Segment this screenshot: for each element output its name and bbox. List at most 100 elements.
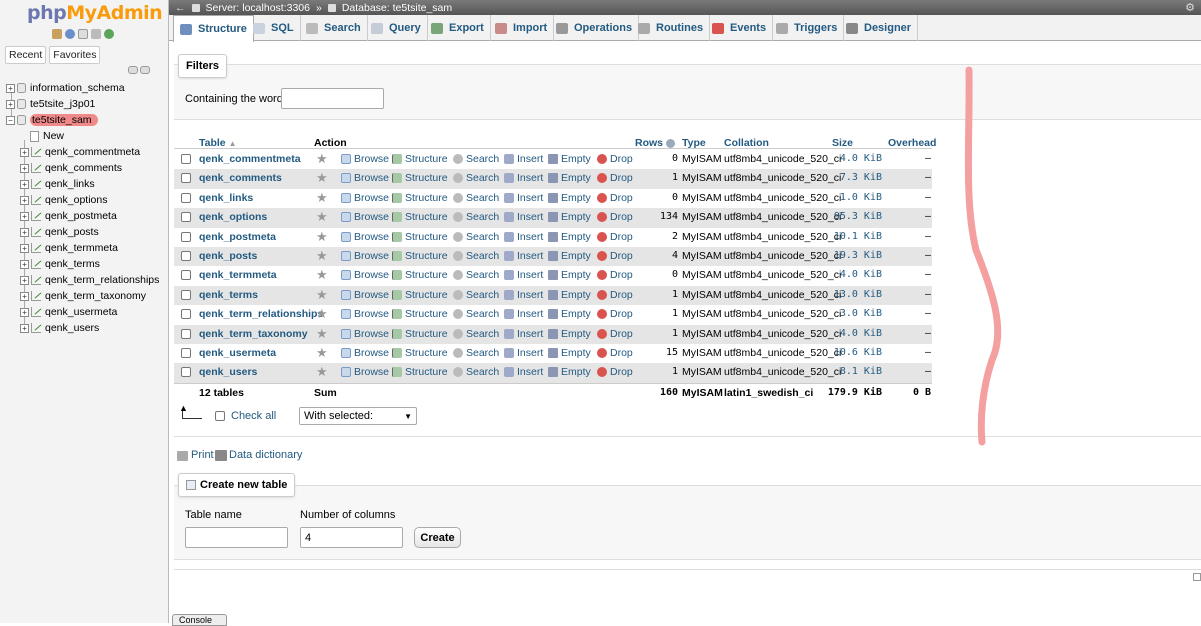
db-item-te5tsite-j3p01[interactable]: + te5tsite_j3p01 bbox=[6, 97, 95, 111]
action-label[interactable]: Drop bbox=[610, 211, 633, 223]
favorite-star-icon[interactable]: ★ bbox=[316, 345, 328, 361]
table-name-link[interactable]: qenk_links bbox=[199, 192, 253, 204]
sidebar-table-label[interactable]: qenk_terms bbox=[45, 258, 100, 270]
action-label[interactable]: Browse bbox=[354, 231, 389, 243]
table-name-link[interactable]: qenk_posts bbox=[199, 250, 257, 262]
col-rows-header[interactable]: Rows bbox=[635, 137, 675, 149]
tab-export[interactable]: Export bbox=[425, 15, 491, 41]
insert-action[interactable]: Insert bbox=[504, 328, 543, 340]
row-checkbox[interactable] bbox=[181, 270, 191, 281]
insert-action[interactable]: Insert bbox=[504, 231, 543, 243]
tab-query[interactable]: Query bbox=[365, 15, 428, 41]
search-action[interactable]: Search bbox=[453, 289, 499, 301]
table-name-link[interactable]: qenk_term_taxonomy bbox=[199, 328, 308, 340]
col-table-label[interactable]: Table bbox=[199, 137, 226, 149]
row-checkbox[interactable] bbox=[181, 367, 191, 378]
table-name-link[interactable]: qenk_users bbox=[199, 366, 257, 378]
sidebar-table-label[interactable]: qenk_termmeta bbox=[45, 242, 118, 254]
action-label[interactable]: Empty bbox=[561, 289, 591, 301]
recent-tab[interactable]: Recent bbox=[5, 46, 47, 64]
tab-label[interactable]: Export bbox=[449, 22, 484, 34]
logout-icon[interactable] bbox=[65, 29, 75, 39]
check-all-label[interactable]: Check all bbox=[231, 410, 276, 422]
favorite-star-icon[interactable]: ★ bbox=[316, 209, 328, 225]
struct-action[interactable]: Structure bbox=[392, 269, 448, 281]
action-label[interactable]: Search bbox=[466, 289, 499, 301]
row-checkbox[interactable] bbox=[181, 348, 191, 358]
drop-action[interactable]: Drop bbox=[597, 172, 633, 184]
insert-action[interactable]: Insert bbox=[504, 289, 543, 301]
table-name-link[interactable]: qenk_usermeta bbox=[199, 347, 276, 359]
tab-label[interactable]: Operations bbox=[574, 22, 632, 34]
sidebar-table-label[interactable]: qenk_options bbox=[45, 194, 107, 206]
empty-action[interactable]: Empty bbox=[548, 250, 591, 262]
action-label[interactable]: Insert bbox=[517, 231, 543, 243]
browse-action[interactable]: Browse bbox=[341, 347, 389, 359]
sidebar-table-label[interactable]: qenk_users bbox=[45, 322, 99, 334]
table-name-link[interactable]: qenk_commentmeta bbox=[199, 153, 301, 165]
print-link[interactable]: Print bbox=[191, 449, 214, 461]
tab-label[interactable]: Events bbox=[730, 22, 766, 34]
action-label[interactable]: Empty bbox=[561, 211, 591, 223]
col-type-header[interactable]: Type bbox=[682, 137, 706, 149]
sidebar-table-item[interactable]: + qenk_terms bbox=[20, 257, 100, 271]
expand-icon[interactable]: + bbox=[20, 163, 29, 173]
expand-icon[interactable]: + bbox=[20, 259, 29, 269]
struct-action[interactable]: Structure bbox=[392, 153, 448, 165]
action-label[interactable]: Search bbox=[466, 153, 499, 165]
browse-action[interactable]: Browse bbox=[341, 289, 389, 301]
action-label[interactable]: Browse bbox=[354, 347, 389, 359]
empty-action[interactable]: Empty bbox=[548, 328, 591, 340]
expand-icon[interactable]: + bbox=[20, 243, 29, 253]
browse-action[interactable]: Browse bbox=[341, 172, 389, 184]
struct-action[interactable]: Structure bbox=[392, 328, 448, 340]
search-action[interactable]: Search bbox=[453, 308, 499, 320]
phpmyadmin-logo[interactable]: phpMyAdmin bbox=[27, 2, 163, 24]
struct-action[interactable]: Structure bbox=[392, 250, 448, 262]
empty-action[interactable]: Empty bbox=[548, 172, 591, 184]
favorite-star-icon[interactable]: ★ bbox=[316, 287, 328, 303]
size-link[interactable]: 4.0 KiB bbox=[824, 328, 882, 339]
sidebar-table-label[interactable]: qenk_usermeta bbox=[45, 306, 117, 318]
action-label[interactable]: Search bbox=[466, 269, 499, 281]
action-label[interactable]: Search bbox=[466, 328, 499, 340]
action-label[interactable]: Drop bbox=[610, 328, 633, 340]
action-label[interactable]: Browse bbox=[354, 192, 389, 204]
browse-action[interactable]: Browse bbox=[341, 328, 389, 340]
row-checkbox[interactable] bbox=[181, 212, 191, 223]
action-label[interactable]: Structure bbox=[405, 269, 448, 281]
console-tab[interactable]: Console bbox=[172, 614, 227, 626]
action-label[interactable]: Browse bbox=[354, 328, 389, 340]
tab-label[interactable]: Structure bbox=[198, 23, 247, 35]
browse-action[interactable]: Browse bbox=[341, 250, 389, 262]
with-selected-dropdown[interactable]: With selected: ▼ bbox=[299, 407, 417, 425]
action-label[interactable]: Insert bbox=[517, 192, 543, 204]
drop-action[interactable]: Drop bbox=[597, 366, 633, 378]
action-label[interactable]: Search bbox=[466, 250, 499, 262]
drop-action[interactable]: Drop bbox=[597, 153, 633, 165]
table-name-link[interactable]: qenk_comments bbox=[199, 172, 282, 184]
browse-action[interactable]: Browse bbox=[341, 269, 389, 281]
action-label[interactable]: Empty bbox=[561, 269, 591, 281]
action-label[interactable]: Empty bbox=[561, 192, 591, 204]
favorite-star-icon[interactable]: ★ bbox=[316, 170, 328, 186]
browse-action[interactable]: Browse bbox=[341, 231, 389, 243]
action-label[interactable]: Structure bbox=[405, 328, 448, 340]
action-label[interactable]: Search bbox=[466, 172, 499, 184]
drop-action[interactable]: Drop bbox=[597, 211, 633, 223]
struct-action[interactable]: Structure bbox=[392, 231, 448, 243]
row-checkbox[interactable] bbox=[181, 231, 191, 242]
action-label[interactable]: Insert bbox=[517, 250, 543, 262]
struct-action[interactable]: Structure bbox=[392, 289, 448, 301]
empty-action[interactable]: Empty bbox=[548, 153, 591, 165]
expand-icon[interactable]: + bbox=[20, 323, 29, 333]
struct-action[interactable]: Structure bbox=[392, 211, 448, 223]
tab-label[interactable]: Search bbox=[324, 22, 361, 34]
action-label[interactable]: Empty bbox=[561, 172, 591, 184]
drop-action[interactable]: Drop bbox=[597, 347, 633, 359]
tab-operations[interactable]: Operations bbox=[550, 15, 640, 41]
action-label[interactable]: Structure bbox=[405, 172, 448, 184]
check-all-checkbox[interactable] bbox=[215, 411, 225, 421]
action-label[interactable]: Drop bbox=[610, 153, 633, 165]
sidebar-table-label[interactable]: qenk_term_taxonomy bbox=[45, 290, 146, 302]
